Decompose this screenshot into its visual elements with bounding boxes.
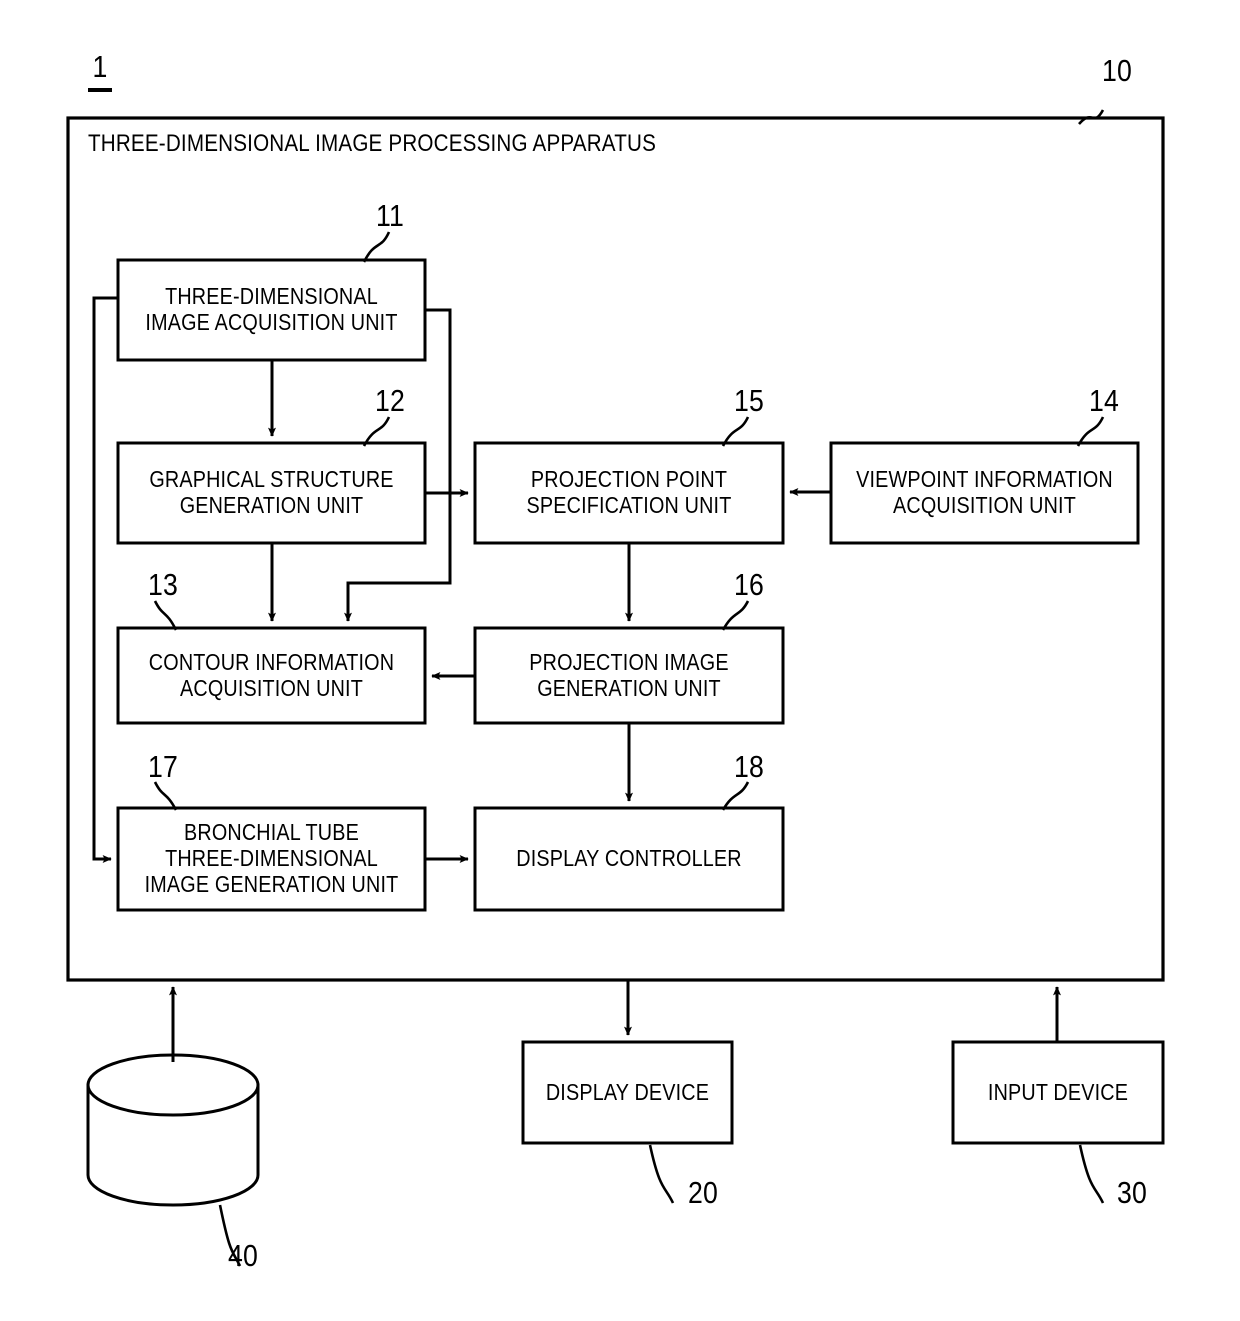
ref-num-12: 12	[374, 382, 405, 418]
ref-num-15: 15	[733, 382, 764, 418]
leader-line-20	[648, 1144, 675, 1204]
box-label-18: DISPLAY CONTROLLER	[516, 845, 742, 872]
ref-num-14: 14	[1088, 382, 1119, 418]
leader-line-30	[1078, 1144, 1105, 1204]
box-label-15: PROJECTION POINT SPECIFICATION UNIT	[526, 466, 732, 518]
box-label-16: PROJECTION IMAGE GENERATION UNIT	[529, 648, 729, 701]
figure-canvas: 1 10 THREE-DIMENSIONAL IMAGE PROCESSING …	[0, 0, 1240, 1321]
apparatus-title: THREE-DIMENSIONAL IMAGE PROCESSING APPAR…	[88, 129, 657, 157]
storage-cylinder-icon[interactable]	[86, 1053, 260, 1207]
box-label-13: CONTOUR INFORMATION ACQUISITION UNIT	[148, 648, 395, 701]
box-label-17: BRONCHIAL TUBE THREE-DIMENSIONAL IMAGE G…	[144, 819, 399, 897]
ref-num-13: 13	[147, 566, 178, 602]
ref-num-30: 30	[1116, 1174, 1147, 1210]
box-label-display-device: DISPLAY DEVICE	[545, 1078, 710, 1105]
box-label-14: VIEWPOINT INFORMATION ACQUISITION UNIT	[856, 466, 1113, 518]
ref-num-16: 16	[733, 566, 764, 602]
ref-num-20: 20	[687, 1174, 718, 1210]
figure-number: 1	[92, 48, 108, 84]
figure-number-underline	[88, 88, 112, 92]
ref-num-40: 40	[227, 1237, 258, 1273]
ref-num-11: 11	[375, 197, 405, 233]
box-label-input-device: INPUT DEVICE	[987, 1078, 1129, 1105]
ref-num-17: 17	[147, 748, 178, 784]
box-label-12: GRAPHICAL STRUCTURE GENERATION UNIT	[149, 466, 394, 518]
ref-num-18: 18	[733, 748, 764, 784]
ref-num-10: 10	[1101, 52, 1132, 88]
box-label-11: THREE-DIMENSIONAL IMAGE ACQUISITION UNIT	[145, 283, 398, 335]
